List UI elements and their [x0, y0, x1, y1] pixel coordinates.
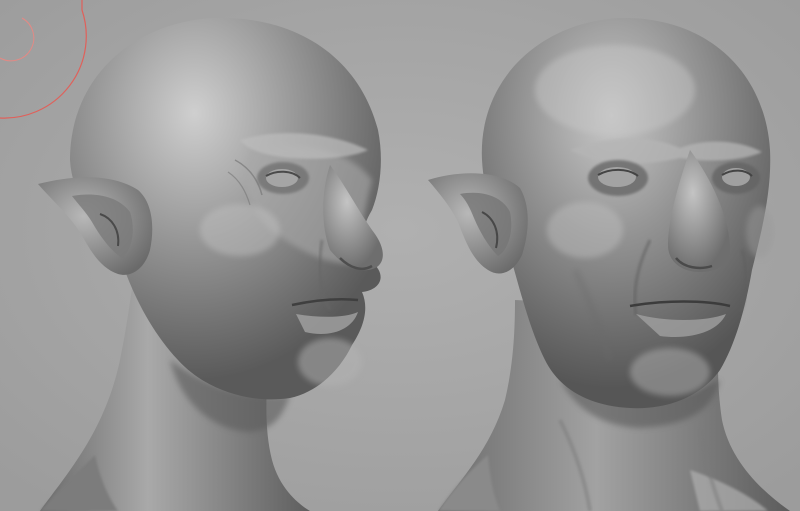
- sculpt-viewport[interactable]: [0, 0, 800, 511]
- sculpt-canvas[interactable]: [0, 0, 800, 511]
